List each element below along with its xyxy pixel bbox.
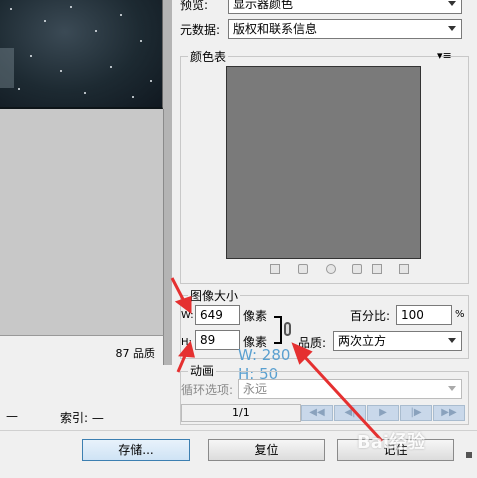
chevron-down-icon (448, 1, 456, 6)
percent-label: 百分比: (350, 309, 391, 323)
preview-select[interactable]: 显示器颜色 (228, 0, 462, 14)
trash-icon[interactable] (399, 264, 409, 274)
preview-label: 预览: (180, 0, 209, 12)
metadata-label: 元数据: (180, 23, 221, 37)
percent-unit: % (455, 309, 465, 320)
preview-status-bar (0, 365, 172, 404)
resample-quality-value: 两次立方 (338, 334, 387, 348)
first-frame-button[interactable]: ◀◀ (301, 405, 333, 421)
last-frame-button[interactable]: ▶▶ (433, 405, 465, 421)
percent-input[interactable]: 100 (396, 305, 452, 325)
resample-quality-select[interactable]: 两次立方 (333, 331, 462, 351)
width-input[interactable]: 649 (195, 305, 240, 325)
next-frame-button[interactable]: |▶ (400, 405, 432, 421)
loop-options-label: 循环选项: (181, 383, 234, 397)
last-frame-icon: ▶▶ (441, 407, 457, 418)
preview-select-value: 显示器颜色 (233, 0, 294, 11)
height-input-value: 89 (200, 333, 216, 347)
panel-menu-icon[interactable]: ▾≡ (437, 49, 452, 62)
reset-button[interactable]: 复位 (208, 439, 325, 461)
chevron-down-icon (448, 26, 456, 31)
loop-options-select[interactable]: 永远 (238, 379, 462, 399)
reset-button-label: 复位 (254, 443, 279, 457)
preview-canvas-area (0, 109, 164, 335)
color-table-title: 颜色表 (188, 48, 229, 65)
lock-icon[interactable] (352, 264, 362, 274)
web-shift-icon[interactable] (298, 264, 308, 274)
save-button-label: 存储... (118, 443, 154, 457)
new-color-icon[interactable] (372, 264, 382, 274)
next-frame-icon: |▶ (410, 407, 422, 418)
previous-frame-icon: ◀| (344, 407, 356, 418)
height-input[interactable]: 89 (195, 330, 240, 350)
percent-input-value: 100 (401, 308, 424, 322)
width-label: W: (181, 310, 194, 321)
quality-label: 品质: (298, 336, 327, 350)
annotation-width-note: W: 280 (238, 346, 291, 364)
metadata-select-value: 版权和联系信息 (233, 22, 318, 36)
frame-counter-box: 1/1 (181, 404, 301, 422)
play-icon: ▶ (379, 407, 387, 418)
watermark: Bai经验 (357, 432, 426, 453)
link-icon[interactable] (284, 322, 291, 336)
width-unit: 像素 (243, 309, 268, 323)
image-size-title: 图像大小 (188, 287, 241, 304)
preview-info-bar: 87 品质 (0, 335, 164, 366)
preview-pane: 87 品质 — 索引: — (0, 0, 173, 425)
save-button[interactable]: 存储... (82, 439, 190, 461)
resize-grip-icon[interactable] (466, 452, 472, 458)
map-transparent-icon[interactable] (270, 264, 280, 274)
preview-size-dash: — (6, 409, 18, 423)
height-label: H: (181, 337, 192, 348)
loop-options-value: 永远 (243, 382, 268, 396)
animation-title: 动画 (188, 362, 217, 379)
color-table-swatch (226, 66, 421, 259)
lock-color-icon[interactable] (326, 264, 336, 274)
width-input-value: 649 (200, 308, 223, 322)
frame-counter: 1/1 (232, 406, 250, 419)
preview-index-label: 索引: — (60, 411, 104, 425)
chevron-down-icon (448, 386, 456, 391)
previous-frame-button[interactable]: ◀| (334, 405, 366, 421)
preview-quality-text: 87 品质 (115, 347, 156, 360)
metadata-select[interactable]: 版权和联系信息 (228, 19, 462, 39)
first-frame-icon: ◀◀ (309, 407, 325, 418)
constrain-bracket (274, 316, 282, 344)
preview-image (0, 0, 163, 109)
play-button[interactable]: ▶ (367, 405, 399, 421)
chevron-down-icon (448, 338, 456, 343)
